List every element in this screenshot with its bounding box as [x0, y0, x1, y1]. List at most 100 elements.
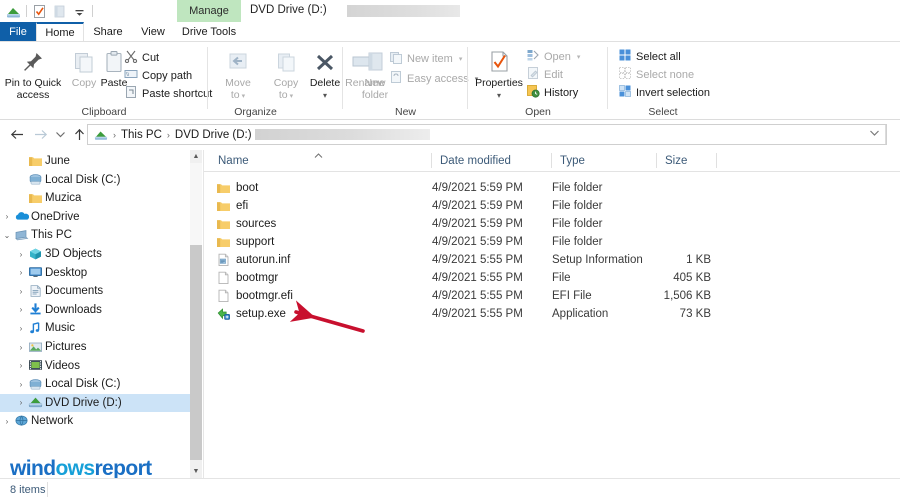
chevron-right-icon[interactable]: › [14, 250, 28, 259]
chevron-right-icon[interactable]: › [0, 212, 14, 221]
select-none-button[interactable]: Select none [618, 66, 694, 83]
table-row[interactable]: boot 4/9/2021 5:59 PM File folder [204, 179, 900, 197]
sidebar-item-pictures[interactable]: › Pictures [0, 338, 190, 356]
chevron-down-icon[interactable]: ⌄ [0, 231, 14, 240]
contextual-tab-group-manage[interactable]: Manage [177, 0, 241, 22]
column-type[interactable]: Type [552, 150, 657, 172]
column-divider-4[interactable] [716, 153, 717, 168]
easy-access-icon [389, 70, 403, 87]
properties-check-icon[interactable] [32, 4, 47, 19]
chevron-right-icon[interactable]: › [14, 398, 28, 407]
watermark-part1: wind [10, 457, 56, 480]
tab-home[interactable]: Home [36, 22, 84, 42]
scroll-up-arrow-icon[interactable]: ▲ [190, 150, 202, 163]
column-size[interactable]: Size [657, 150, 717, 172]
pin-to-quick-access-button[interactable]: Pin to Quick access [2, 45, 64, 101]
sidebar-item-network[interactable]: › Network [0, 412, 190, 430]
sidebar-item-june[interactable]: June [0, 152, 190, 170]
history-button[interactable]: History [526, 84, 578, 101]
sidebar-item-dvd-drive-d[interactable]: › DVD Drive (D:) [0, 393, 190, 412]
table-row[interactable]: bootmgr 4/9/2021 5:55 PM File 405 KB [204, 269, 900, 287]
back-arrow-icon[interactable] [9, 126, 26, 143]
ribbon-group-new: New folder New item ▾ Easy access ▾ New [343, 42, 478, 120]
sidebar-item-label: Muzica [45, 192, 82, 205]
delete-caret-icon: ▾ [322, 90, 327, 100]
invert-selection-label: Invert selection [636, 86, 710, 99]
properties-button[interactable]: Properties ▾ [470, 45, 528, 101]
move-to-icon [212, 45, 264, 75]
drive-icon[interactable] [6, 4, 21, 19]
chevron-right-icon[interactable]: › [14, 343, 28, 352]
select-none-icon [618, 66, 632, 83]
navigation-pane[interactable]: June Local Disk (C:) Muzica › OneDrive ⌄ This … [0, 150, 190, 478]
cut-label: Cut [142, 51, 160, 64]
sidebar-item-desktop[interactable]: › Desktop [0, 264, 190, 282]
invert-selection-button[interactable]: Invert selection [618, 84, 710, 101]
table-row[interactable]: support 4/9/2021 5:59 PM File folder [204, 233, 900, 251]
chevron-right-icon[interactable]: › [14, 287, 28, 296]
folder-icon [216, 217, 230, 231]
sidebar-item-onedrive[interactable]: › OneDrive [0, 208, 190, 226]
tab-view[interactable]: View [132, 22, 174, 42]
cell-name: boot [236, 182, 259, 194]
sidebar-item-downloads[interactable]: › Downloads [0, 301, 190, 319]
table-row[interactable]: autorun.inf 4/9/2021 5:55 PM Setup Informa… [204, 251, 900, 269]
tab-share[interactable]: Share [86, 22, 130, 42]
new-item-icon [389, 50, 403, 67]
open-button[interactable]: Open ▾ [526, 48, 580, 65]
breadcrumb-this-pc[interactable]: This PC [121, 129, 162, 141]
new-item-button[interactable]: New item ▾ [389, 50, 462, 67]
select-all-button[interactable]: Select all [618, 48, 681, 65]
table-row[interactable]: efi 4/9/2021 5:59 PM File folder [204, 197, 900, 215]
folder-icon [216, 181, 230, 195]
quick-access-toolbar [6, 3, 93, 19]
sidebar-item-documents[interactable]: › Documents [0, 282, 190, 300]
cut-button[interactable]: Cut [124, 49, 159, 66]
sidebar-item-music[interactable]: › Music [0, 319, 190, 337]
table-row[interactable]: sources 4/9/2021 5:59 PM File folder [204, 215, 900, 233]
qat-divider-1 [26, 5, 27, 17]
sidebar-item-videos[interactable]: › Videos [0, 357, 190, 375]
easy-access-button[interactable]: Easy access ▾ [389, 70, 478, 87]
sidebar-item-local-disk-c[interactable]: › Local Disk (C:) [0, 375, 190, 393]
sidebar-item-3d-objects[interactable]: › 3D Objects [0, 245, 190, 263]
recent-locations-caret-icon[interactable] [52, 126, 69, 143]
status-bar: 8 items [0, 478, 900, 500]
address-dropdown-caret-icon[interactable] [869, 129, 880, 139]
ribbon-group-label-clipboard: Clipboard [81, 106, 127, 118]
customize-caret-icon[interactable] [72, 4, 87, 19]
sidebar-item-muzica[interactable]: Muzica [0, 189, 190, 207]
chevron-right-icon[interactable]: › [14, 361, 28, 370]
up-arrow-icon[interactable] [71, 126, 88, 143]
sidebar-item-local-disk-c[interactable]: Local Disk (C:) [0, 171, 190, 189]
forward-arrow-icon[interactable] [32, 126, 49, 143]
new-folder-icon[interactable] [52, 4, 67, 19]
column-name[interactable]: Name [204, 150, 432, 172]
paste-shortcut-button[interactable]: Paste shortcut [124, 85, 212, 102]
scrollbar-thumb[interactable] [190, 245, 202, 460]
breadcrumb-dvd-drive[interactable]: DVD Drive (D:) [175, 129, 252, 141]
delete-button[interactable]: Delete ▾ [305, 45, 345, 101]
properties-label: Properties [475, 77, 523, 89]
chevron-right-icon[interactable]: › [14, 324, 28, 333]
column-date-modified[interactable]: Date modified [432, 150, 552, 172]
tab-file[interactable]: File [0, 22, 36, 42]
navigation-pane-scrollbar[interactable]: ▲ ▼ [190, 150, 202, 478]
ribbon-group-label-new: New [394, 106, 416, 118]
move-to-button[interactable]: Move to ▾ [212, 45, 264, 102]
chevron-right-icon[interactable]: › [14, 268, 28, 277]
edit-button[interactable]: Edit [526, 66, 563, 83]
qat-divider-2 [92, 5, 93, 17]
chevron-right-icon[interactable]: › [14, 305, 28, 314]
chevron-right-icon[interactable]: › [14, 380, 28, 389]
scroll-down-arrow-icon[interactable]: ▼ [190, 465, 202, 478]
sidebar-item-label: June [45, 155, 70, 167]
properties-check-icon [470, 45, 528, 75]
tab-drive-tools[interactable]: Drive Tools [177, 22, 241, 42]
copy-path-button[interactable]: \\ Copy path [124, 67, 192, 84]
generic-file-icon [216, 271, 230, 285]
address-input[interactable]: › This PC › DVD Drive (D:) [87, 124, 887, 145]
chevron-right-icon[interactable]: › [0, 417, 14, 426]
sidebar-item-this-pc[interactable]: ⌄ This PC [0, 226, 190, 244]
ribbon-group-label-select: Select [648, 106, 678, 118]
